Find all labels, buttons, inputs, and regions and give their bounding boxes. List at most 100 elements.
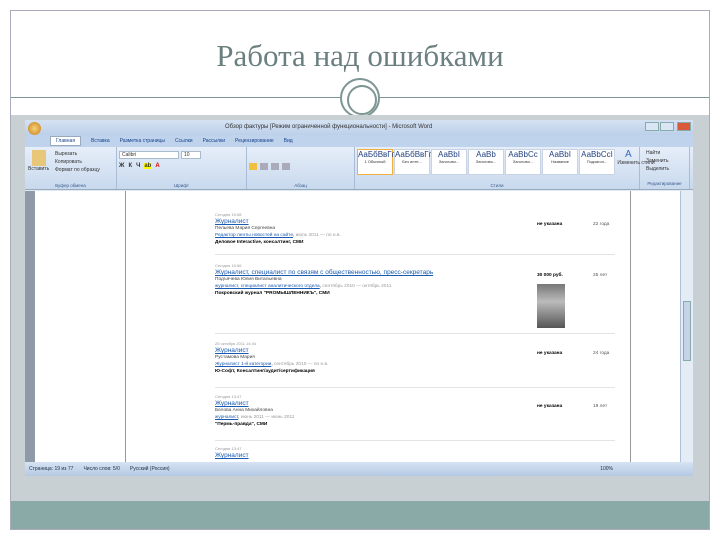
entry-salary: не указана bbox=[537, 351, 563, 356]
change-styles-icon: A bbox=[625, 149, 632, 160]
paste-label: Вставить bbox=[28, 166, 50, 172]
entry-date: Сегодня 15:56 bbox=[215, 263, 242, 268]
entry-position-link[interactable]: Журналист bbox=[215, 452, 635, 459]
zoom-level[interactable]: 100% bbox=[600, 466, 613, 472]
find-button[interactable]: Найти bbox=[646, 149, 687, 157]
style-sample: АаBbCc bbox=[508, 150, 538, 159]
entry-position-link[interactable]: Журналист bbox=[215, 218, 635, 225]
entry-name: Рустамова Мария bbox=[215, 355, 255, 360]
font-group: Calibri 10 Ж К Чab A Шрифт bbox=[117, 147, 247, 189]
style-heading2[interactable]: АаBb Заголово... bbox=[468, 149, 504, 175]
separator bbox=[215, 440, 615, 441]
page-count[interactable]: Страница: 19 из 77 bbox=[29, 466, 73, 472]
resume-entry: Сегодня 15:58 Журналист Пельева Мария Се… bbox=[215, 211, 635, 246]
minimize-button[interactable] bbox=[645, 122, 659, 131]
italic-button[interactable]: К bbox=[128, 163, 132, 169]
group-label: Редактирование bbox=[647, 181, 682, 186]
align-center-icon[interactable] bbox=[260, 163, 268, 170]
group-label: Буфер обмена bbox=[55, 183, 86, 188]
style-name: Без инте... bbox=[402, 159, 422, 164]
entry-company: "Пермь-правда", СМИ bbox=[215, 422, 268, 427]
scrollbar-thumb[interactable] bbox=[683, 301, 691, 361]
align-left-icon[interactable] bbox=[249, 163, 257, 170]
entry-period: сентябрь 2010 — октябрь 2011 bbox=[322, 284, 392, 289]
tab-mailings[interactable]: Рассылки bbox=[203, 138, 225, 144]
maximize-button[interactable] bbox=[660, 122, 674, 131]
style-subtitle[interactable]: АаBbCcI Подзагол... bbox=[579, 149, 615, 175]
replace-button[interactable]: Заменить bbox=[646, 157, 687, 165]
font-size-select[interactable]: 10 bbox=[181, 151, 201, 159]
entry-salary: 30 000 руб. bbox=[537, 273, 563, 278]
entry-job-link[interactable]: Редактор ленты новостей на сайте bbox=[215, 233, 293, 238]
paragraph-group: Абзац bbox=[247, 147, 355, 189]
style-no-spacing[interactable]: АаБбВвГг Без инте... bbox=[394, 149, 432, 175]
circle-ornament bbox=[340, 78, 380, 118]
style-sample: АаBbCcI bbox=[581, 150, 613, 159]
entry-age: 24 года bbox=[593, 351, 610, 356]
footer-band bbox=[11, 501, 709, 529]
language[interactable]: Русский (Россия) bbox=[130, 466, 170, 472]
font-color-icon[interactable]: A bbox=[155, 163, 159, 169]
entry-company: Ю-Софт, Консалтинг/аудит/сертификация bbox=[215, 369, 315, 374]
style-heading3[interactable]: АаBbCc Заголово... bbox=[505, 149, 541, 175]
title-bar: Обзор фактуры [Режим ограниченной функци… bbox=[25, 120, 693, 135]
entry-period: июнь 2011 — июнь 2011 bbox=[240, 415, 295, 420]
bold-button[interactable]: Ж bbox=[119, 163, 124, 169]
cut-button[interactable]: Вырезать bbox=[55, 150, 100, 158]
align-right-icon[interactable] bbox=[271, 163, 279, 170]
style-name: Заголово... bbox=[475, 159, 497, 164]
entry-age: 25 лет bbox=[593, 273, 608, 278]
tab-references[interactable]: Ссылки bbox=[175, 138, 193, 144]
slide-title: Работа над ошибками bbox=[216, 38, 504, 73]
style-heading1[interactable]: АаBbI Заголово... bbox=[431, 149, 467, 175]
office-button[interactable] bbox=[28, 122, 41, 135]
entry-salary: не указана bbox=[537, 404, 563, 409]
entry-job-link[interactable]: журналист, специалист аналитического отд… bbox=[215, 284, 320, 289]
style-sample: АаБбВвГг bbox=[358, 150, 395, 159]
clipboard-group: Вставить Вырезать Копировать Формат по о… bbox=[25, 147, 117, 189]
group-label: Стили bbox=[490, 183, 504, 188]
style-normal[interactable]: АаБбВвГг 1 Обычный bbox=[357, 149, 395, 175]
tab-review[interactable]: Рецензирование bbox=[235, 138, 274, 144]
font-name-select[interactable]: Calibri bbox=[119, 151, 179, 159]
vertical-scrollbar[interactable] bbox=[680, 191, 693, 462]
entry-period: сентябрь 2010 — по н.в. bbox=[273, 362, 329, 367]
paste-button[interactable]: Вставить bbox=[28, 150, 49, 172]
resume-entry: Сегодня 13:47 Журналист bbox=[215, 445, 635, 459]
entry-position-link[interactable]: Журналист bbox=[215, 400, 635, 407]
style-sample: АаBbI bbox=[438, 150, 460, 159]
style-name: Заголово... bbox=[438, 159, 460, 164]
tab-page-layout[interactable]: Разметка страницы bbox=[120, 138, 165, 144]
underline-button[interactable]: Ч bbox=[136, 163, 140, 169]
copy-button[interactable]: Копировать bbox=[55, 158, 100, 166]
entry-job-link[interactable]: Журналист 1-й категории bbox=[215, 362, 271, 367]
separator bbox=[215, 387, 615, 388]
tab-home[interactable]: Главная bbox=[50, 136, 82, 146]
entry-position-link[interactable]: Журналист bbox=[215, 347, 635, 354]
highlight-icon[interactable]: ab bbox=[144, 163, 152, 169]
style-name: Заголово... bbox=[512, 159, 534, 164]
paste-icon bbox=[31, 150, 46, 166]
tab-view[interactable]: Вид bbox=[284, 138, 293, 144]
entry-position-link[interactable]: Журналист, специалист по связям с общест… bbox=[215, 269, 635, 276]
justify-icon[interactable] bbox=[282, 163, 290, 170]
style-name: Подзагол... bbox=[586, 159, 608, 164]
entry-date: Сегодня 15:58 bbox=[215, 212, 242, 217]
candidate-photo bbox=[537, 284, 565, 328]
entry-date: Сегодня 13:47 bbox=[215, 394, 242, 399]
format-painter-button[interactable]: Формат по образцу bbox=[55, 166, 100, 174]
resume-entry: Сегодня 13:47 Журналист Белова Анна Миха… bbox=[215, 393, 635, 428]
resume-entry: 25 октября 2011 14:44 Журналист Рустамов… bbox=[215, 340, 635, 375]
ribbon-tabs: Главная Вставка Разметка страницы Ссылки… bbox=[25, 135, 693, 147]
tab-insert[interactable]: Вставка bbox=[91, 138, 110, 144]
change-styles-button[interactable]: A Изменить стили bbox=[617, 149, 654, 166]
style-name: 1 Обычный bbox=[364, 159, 386, 164]
group-label: Шрифт bbox=[174, 183, 189, 188]
style-title[interactable]: АаBbI Название bbox=[542, 149, 578, 175]
entry-company: Покровский журнал "PROМЫШЛЕННИКЪ", СМИ bbox=[215, 291, 330, 296]
select-button[interactable]: Выделить bbox=[646, 165, 687, 173]
margin-line bbox=[125, 191, 126, 462]
close-button[interactable] bbox=[677, 122, 691, 131]
entry-job-link[interactable]: журналист bbox=[215, 415, 238, 420]
word-count[interactable]: Число слов: 5/0 bbox=[83, 466, 119, 472]
